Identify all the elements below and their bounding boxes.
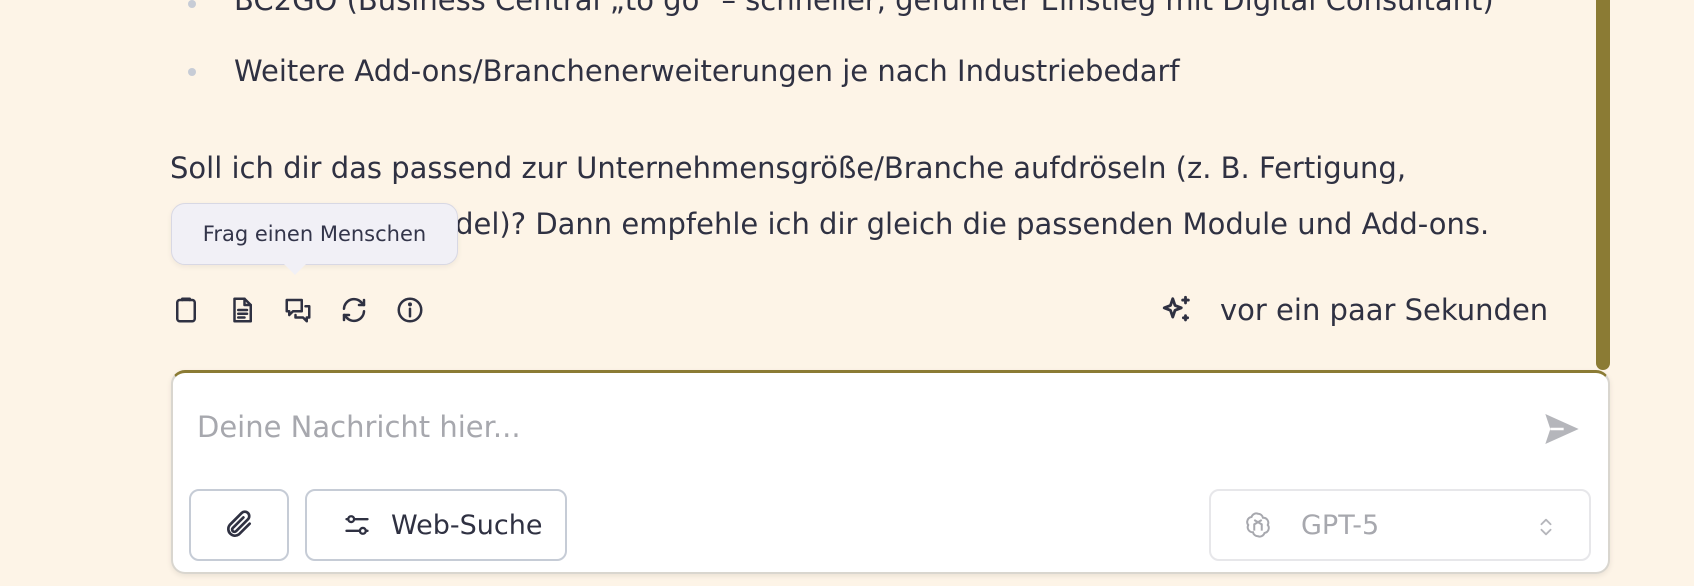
info-icon — [397, 297, 423, 323]
list-item: Weitere Add-ons/Branchenerweiterungen je… — [234, 54, 1180, 88]
document-icon — [233, 297, 252, 323]
send-icon — [1545, 414, 1579, 444]
chevron-up-down-icon — [1540, 518, 1552, 536]
web-search-button[interactable]: Web-Suche — [305, 489, 567, 561]
ask-human-button[interactable] — [281, 292, 315, 328]
message-meta: vor ein paar Sekunden — [1160, 290, 1548, 330]
refresh-icon — [342, 297, 366, 323]
bullet-dot — [188, 68, 196, 76]
model-select[interactable]: GPT-5 — [1209, 489, 1591, 561]
model-label: GPT-5 — [1301, 509, 1380, 541]
timestamp: vor ein paar Sekunden — [1220, 293, 1549, 327]
sliders-icon — [345, 515, 369, 535]
bullet-dot — [188, 0, 196, 8]
scrollbar-thumb[interactable] — [1596, 0, 1610, 370]
web-search-label: Web-Suche — [391, 509, 543, 541]
clipboard-icon — [176, 297, 196, 323]
tooltip: Frag einen Menschen — [171, 203, 458, 265]
paperclip-icon — [227, 510, 251, 537]
list-item: BC2GO (Business Central „to go“ – schnel… — [234, 0, 1494, 17]
message-composer: Web-Suche GPT-5 — [171, 370, 1610, 574]
attach-button[interactable] — [189, 489, 289, 561]
document-button[interactable] — [225, 292, 259, 328]
tooltip-arrow — [284, 264, 306, 275]
openai-icon — [1246, 512, 1270, 538]
send-button[interactable] — [1537, 407, 1587, 451]
chat-bubbles-icon — [285, 298, 311, 323]
message-input[interactable] — [197, 403, 1437, 451]
message-paragraph-line: Soll ich dir das passend zur Unternehmen… — [170, 151, 1407, 185]
regenerate-button[interactable] — [337, 292, 371, 328]
sparkles-icon — [1162, 295, 1190, 322]
copy-button[interactable] — [169, 292, 203, 328]
info-button[interactable] — [393, 292, 427, 328]
